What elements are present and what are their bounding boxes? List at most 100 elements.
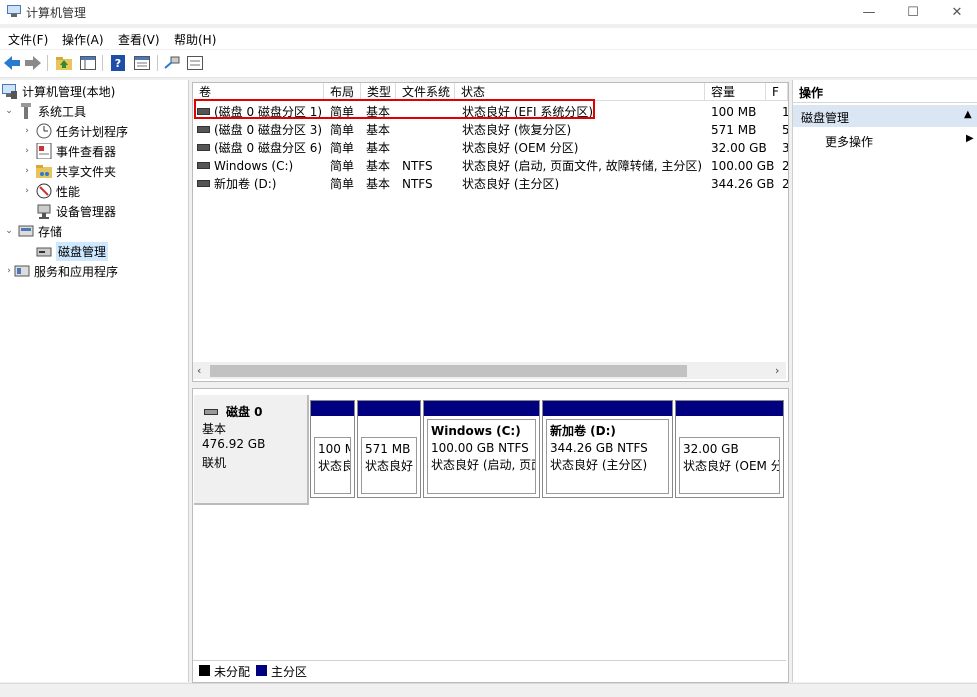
partition-size: 100 MB [318,442,350,456]
disk-info-panel[interactable]: 磁盘 0 基本 476.92 GB 联机 [194,395,309,505]
partition-details: 571 MB 状态良好 [361,437,417,494]
tree-item-shared-folders[interactable]: › 共享文件夹 [22,161,116,181]
chevron-right-icon[interactable]: › [22,126,32,136]
minimize-button[interactable]: — [846,0,892,24]
chevron-right-icon[interactable]: › [22,186,32,196]
table-row[interactable]: (磁盘 0 磁盘分区 3) 简单 基本 状态良好 (恢复分区) 571 MB 5 [193,121,788,139]
menu-bar: 文件(F) 操作(A) 查看(V) 帮助(H) [0,28,977,49]
tree-item-performance[interactable]: › 性能 [22,181,80,201]
tree-label: 计算机管理(本地) [22,84,116,99]
partition-block[interactable]: Windows (C:) 100.00 GB NTFS 状态良好 (启动, 页面 [423,400,540,498]
tree-item-disk-management[interactable]: 磁盘管理 [32,241,109,261]
partition-name: 新加卷 (D:) [550,424,616,438]
scroll-left-icon[interactable]: ‹ [197,364,201,377]
partition-size: 571 MB [365,442,411,456]
scrollbar-thumb[interactable] [210,365,687,377]
tree-label: 任务计划程序 [56,124,129,139]
tree-item-event-viewer[interactable]: › 事件查看器 [22,141,116,161]
partition-status: 状态良好 (主分区) [550,458,648,472]
actions-section-disk-management[interactable]: 磁盘管理 ▲ [793,105,977,127]
scroll-right-icon[interactable]: › [775,364,779,377]
more-actions-item[interactable]: 更多操作 ▶ [793,130,977,150]
type-cell: 基本 [366,123,391,137]
menu-file[interactable]: 文件(F) [8,31,48,48]
up-folder-icon[interactable] [55,54,73,72]
table-row[interactable]: (磁盘 0 磁盘分区 6) 简单 基本 状态良好 (OEM 分区) 32.00 … [193,139,788,157]
status-cell: 状态良好 (启动, 页面文件, 故障转储, 主分区) [462,159,702,173]
help-icon[interactable]: ? [109,54,127,72]
toolbar-separator [157,55,158,71]
drive-icon [197,126,210,133]
disk-management-icon [36,243,52,259]
disk-icon [204,405,218,419]
partition-status: 状态良好 (启动, 页面 [431,458,536,472]
partition-block[interactable]: 新加卷 (D:) 344.26 GB NTFS 状态良好 (主分区) [542,400,673,498]
tree-item-device-manager[interactable]: 设备管理器 [32,201,116,221]
forward-icon[interactable] [24,54,42,72]
chevron-down-icon[interactable]: ⌄ [4,106,14,116]
volume-name: (磁盘 0 磁盘分区 3) [214,123,323,137]
partition-block[interactable]: 100 MB 状态良好 [310,400,355,498]
chevron-right-icon: ▶ [966,133,974,144]
close-button[interactable]: ✕ [934,0,977,24]
connect-icon[interactable] [163,54,181,72]
column-header-capacity[interactable]: 容量 [705,83,766,101]
legend-unallocated: 未分配 [214,665,251,679]
table-row[interactable]: Windows (C:) 简单 基本 NTFS 状态良好 (启动, 页面文件, … [193,157,788,175]
free-cell: 2 [782,159,788,173]
tree-item-root[interactable]: 计算机管理(本地) [2,81,115,101]
svg-text:?: ? [115,57,121,70]
maximize-button[interactable]: ☐ [890,0,936,24]
layout-cell: 简单 [330,177,355,191]
type-cell: 基本 [366,141,391,155]
partition-size: 32.00 GB [683,442,739,456]
properties-icon[interactable] [133,54,151,72]
volume-name: (磁盘 0 磁盘分区 6) [214,141,323,155]
chevron-right-icon[interactable]: › [22,146,32,156]
partition-status: 状态良好 [318,459,350,473]
event-viewer-icon [36,143,52,159]
actions-pane: 操作 磁盘管理 ▲ 更多操作 ▶ [792,80,977,682]
tree-item-storage[interactable]: ⌄ 存储 [4,221,62,241]
tree-item-task-scheduler[interactable]: › 任务计划程序 [22,121,128,141]
navigation-tree: 计算机管理(本地) ⌄ 系统工具 › 任务计划程序 › 事件查看器 › 共享文件… [0,80,189,682]
capacity-cell: 571 MB [711,123,757,137]
menu-help[interactable]: 帮助(H) [174,31,216,48]
partition-details: 新加卷 (D:) 344.26 GB NTFS 状态良好 (主分区) [546,419,669,494]
tree-item-services-apps[interactable]: › 服务和应用程序 [4,261,118,281]
selection-highlight-box [194,99,595,119]
table-row[interactable]: 新加卷 (D:) 简单 基本 NTFS 状态良好 (主分区) 344.26 GB… [193,175,788,193]
layout-cell: 简单 [330,123,355,137]
menu-action[interactable]: 操作(A) [62,31,104,48]
partition-details: Windows (C:) 100.00 GB NTFS 状态良好 (启动, 页面 [427,419,536,494]
console-icon[interactable] [186,54,204,72]
chevron-down-icon[interactable]: ⌄ [4,226,14,236]
partition-block[interactable]: 571 MB 状态良好 [357,400,421,498]
chevron-right-icon[interactable]: › [22,166,32,176]
drive-icon [197,144,210,151]
system-tools-icon [18,103,34,119]
column-header-free[interactable]: F [766,83,788,101]
toolbar: ? [0,50,977,78]
filesystem-cell: NTFS [402,159,433,173]
chevron-right-icon[interactable]: › [4,266,14,276]
capacity-cell: 100.00 GB [711,159,775,173]
free-cell: 3 [782,141,788,155]
legend-primary: 主分区 [271,665,308,679]
clock-icon [36,123,52,139]
services-icon [14,263,30,279]
tree-label: 事件查看器 [56,144,117,159]
free-cell: 5 [782,123,788,137]
layout-cell: 简单 [330,159,355,173]
back-icon[interactable] [3,54,21,72]
actions-header: 操作 [793,80,977,103]
show-hide-tree-icon[interactable] [79,54,97,72]
capacity-cell: 32.00 GB [711,141,767,155]
window-title: 计算机管理 [26,6,87,20]
partition-block[interactable]: 32.00 GB 状态良好 (OEM 分区) [675,400,784,498]
partition-type-bar [676,401,783,416]
collapse-up-icon[interactable]: ▲ [964,109,972,120]
menu-view[interactable]: 查看(V) [118,31,160,48]
shared-folder-icon [36,163,52,179]
tree-item-system-tools[interactable]: ⌄ 系统工具 [4,101,86,121]
